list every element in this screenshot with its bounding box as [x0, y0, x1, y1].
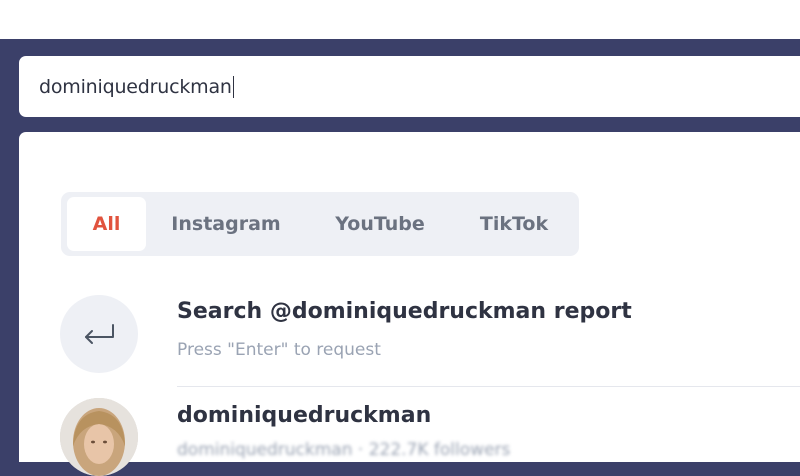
search-report-title[interactable]: Search @dominiquedruckman report [177, 299, 632, 324]
top-bar [0, 0, 800, 39]
profile-meta: dominiquedruckman · 222.7K followers [177, 440, 511, 460]
enter-return-icon [85, 324, 114, 344]
text-caret [232, 75, 234, 98]
platform-tabs: All Instagram YouTube TikTok [61, 192, 579, 256]
search-report-hint: Press "Enter" to request [177, 340, 381, 360]
search-report-button[interactable] [60, 295, 138, 373]
avatar-image [60, 398, 138, 476]
tab-tiktok[interactable]: TikTok [462, 197, 566, 251]
search-report-handle: @dominiquedruckman [269, 299, 547, 324]
tab-instagram[interactable]: Instagram [154, 197, 298, 251]
profile-avatar[interactable] [60, 398, 138, 476]
search-box[interactable]: dominiquedruckman [19, 56, 800, 117]
tab-youtube[interactable]: YouTube [316, 197, 444, 251]
search-report-prefix: Search [177, 299, 270, 324]
search-report-suffix: report [546, 299, 632, 324]
search-input[interactable]: dominiquedruckman [39, 76, 232, 98]
profile-name[interactable]: dominiquedruckman [177, 403, 431, 428]
tab-all[interactable]: All [67, 197, 146, 251]
result-divider [177, 386, 800, 387]
